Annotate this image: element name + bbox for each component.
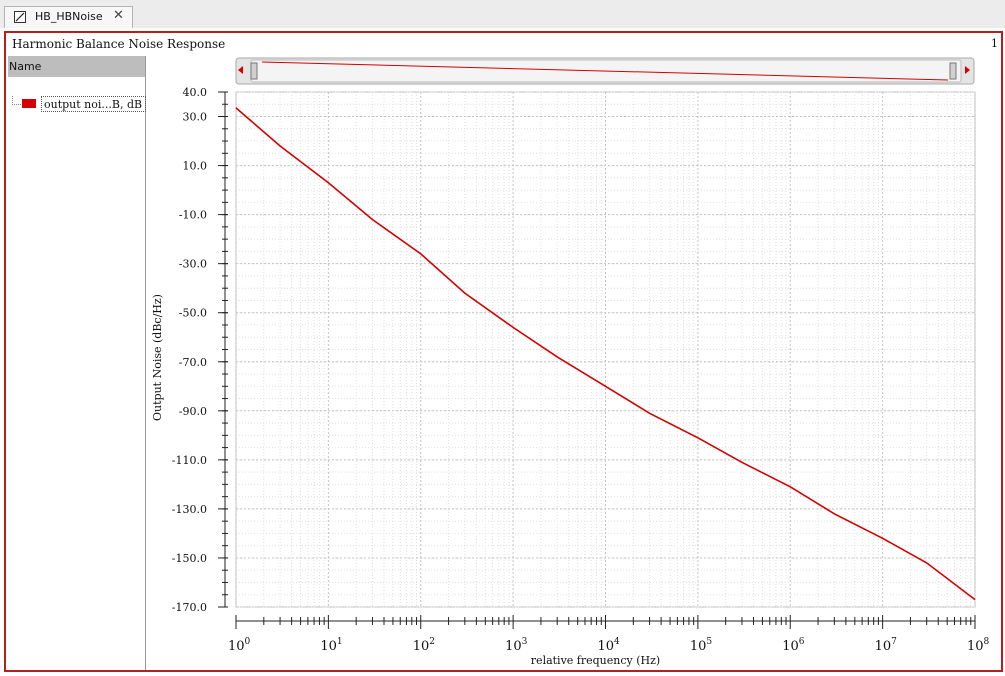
x-tick-label: 101 bbox=[320, 637, 342, 654]
x-tick-label: 102 bbox=[413, 637, 435, 654]
y-tick-label: 40.0 bbox=[183, 86, 208, 99]
scroller-right-handle bbox=[949, 62, 957, 80]
y-tick-label: -110.0 bbox=[172, 454, 207, 467]
y-axis-label: Output Noise (dBc/Hz) bbox=[151, 294, 164, 421]
x-tick-label: 107 bbox=[875, 637, 898, 654]
y-tick-label: -90.0 bbox=[179, 405, 207, 418]
x-tick-label: 100 bbox=[228, 637, 251, 654]
x-tick-label: 108 bbox=[967, 637, 990, 654]
x-tick-label: 106 bbox=[782, 637, 805, 654]
chart-canvas: 100 101 102 103 104 105 106 107 108 40.0 30.0 10.0 -… bbox=[151, 57, 990, 667]
overview-scroller[interactable] bbox=[235, 57, 975, 85]
x-tick-label: 105 bbox=[690, 637, 713, 654]
x-tick-label: 103 bbox=[505, 637, 528, 654]
x-tick-label: 104 bbox=[598, 637, 621, 654]
y-tick-label: -30.0 bbox=[179, 258, 207, 271]
y-tick-label: -170.0 bbox=[172, 601, 207, 614]
x-axis-label: relative frequency (Hz) bbox=[531, 654, 660, 667]
y-tick-label: -130.0 bbox=[172, 503, 207, 516]
y-tick-label: -70.0 bbox=[179, 356, 207, 369]
y-tick-label: -150.0 bbox=[172, 552, 207, 565]
y-tick-label: 30.0 bbox=[183, 111, 208, 124]
scroller-left-handle bbox=[250, 62, 258, 80]
y-tick-label: -50.0 bbox=[179, 307, 207, 320]
y-tick-label: 10.0 bbox=[183, 160, 208, 173]
y-tick-label: -10.0 bbox=[179, 209, 207, 222]
